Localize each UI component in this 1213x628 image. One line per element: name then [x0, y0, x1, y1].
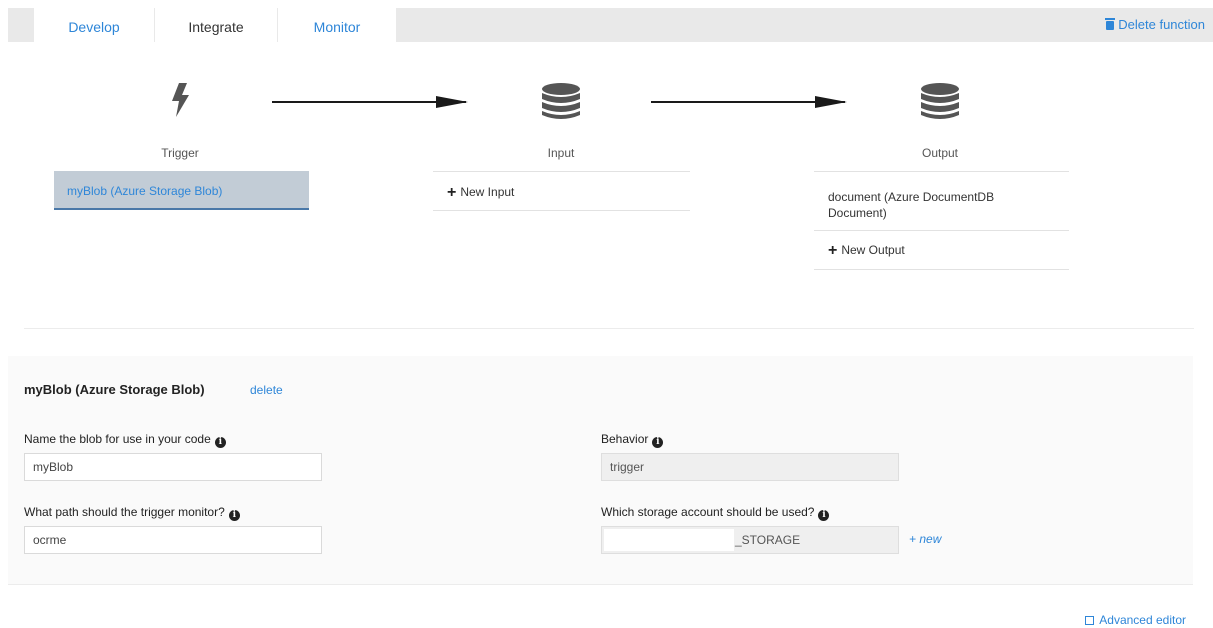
new-input-button[interactable]: + New Input [433, 171, 690, 211]
output-label: Output [921, 146, 959, 160]
trigger-label: Trigger [161, 146, 199, 160]
tab-develop[interactable]: Develop [34, 8, 154, 42]
trigger-path-label: What path should the trigger monitor? i [24, 505, 240, 521]
edit-icon [1085, 616, 1095, 625]
delete-function-button[interactable]: Delete function [1105, 8, 1205, 42]
output-item-document[interactable]: document (Azure DocumentDB Document) [814, 171, 1069, 231]
delete-binding-link[interactable]: delete [250, 383, 283, 397]
new-output-button[interactable]: + New Output [814, 230, 1069, 270]
redacted-region [604, 529, 734, 551]
behavior-label: Behavior i [601, 432, 664, 448]
info-icon: i [214, 437, 226, 448]
advanced-editor-label: Advanced editor [1099, 613, 1186, 627]
database-icon [542, 83, 580, 119]
database-icon [921, 83, 959, 119]
behavior-field [601, 453, 899, 481]
info-icon: i [228, 510, 240, 521]
trigger-path-label-text: What path should the trigger monitor? [24, 505, 225, 519]
delete-function-label: Delete function [1118, 17, 1205, 32]
advanced-editor-link[interactable]: Advanced editor [1085, 613, 1186, 627]
new-storage-account-link[interactable]: + new [909, 532, 941, 546]
arrow-trigger-to-input [272, 96, 468, 108]
info-icon: i [818, 510, 830, 521]
new-output-label: New Output [841, 243, 905, 257]
trigger-path-input[interactable] [24, 526, 322, 554]
plus-icon: + [828, 242, 838, 259]
blob-name-label-text: Name the blob for use in your code [24, 432, 211, 446]
storage-account-value: _STORAGE [735, 533, 801, 547]
new-input-label: New Input [460, 185, 515, 199]
binding-title: myBlob (Azure Storage Blob) [24, 382, 205, 397]
plus-icon: + [447, 184, 457, 201]
input-label: Input [547, 146, 575, 160]
tab-monitor[interactable]: Monitor [278, 8, 396, 42]
tab-bar: Develop Integrate Monitor [8, 8, 1213, 42]
blob-name-input[interactable] [24, 453, 322, 481]
storage-account-select[interactable]: _STORAGE [601, 526, 899, 554]
section-divider [24, 328, 1194, 329]
trash-icon [1105, 18, 1116, 30]
storage-account-label-text: Which storage account should be used? [601, 505, 815, 519]
storage-account-label: Which storage account should be used? i [601, 505, 830, 521]
arrow-input-to-output [651, 96, 847, 108]
tab-integrate[interactable]: Integrate [155, 8, 277, 42]
behavior-label-text: Behavior [601, 432, 649, 446]
lightning-bolt-icon [172, 83, 189, 117]
blob-name-label: Name the blob for use in your code i [24, 432, 226, 448]
trigger-item-myblob[interactable]: myBlob (Azure Storage Blob) [54, 171, 309, 210]
info-icon: i [652, 437, 664, 448]
